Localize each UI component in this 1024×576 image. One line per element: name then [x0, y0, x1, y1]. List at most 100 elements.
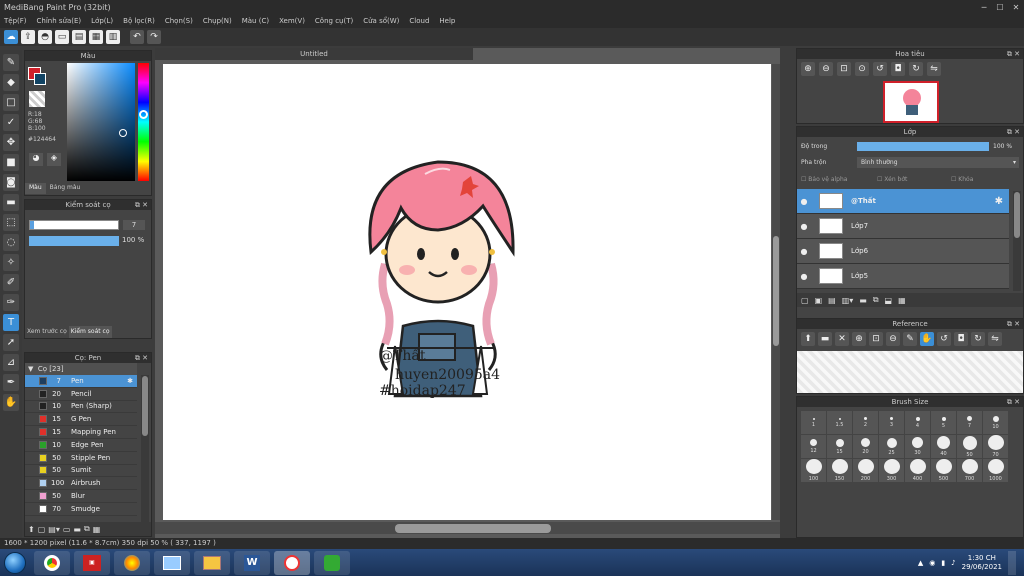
eyedropper-icon[interactable]: ✒: [3, 374, 19, 391]
hue-handle[interactable]: [139, 110, 148, 119]
zoom-icon[interactable]: ⊙: [855, 62, 869, 76]
layer-visibility-icon[interactable]: ●: [797, 222, 811, 231]
rotate-left-icon[interactable]: ↺: [873, 62, 887, 76]
new-layer-icon[interactable]: ▢: [801, 296, 809, 305]
brush-size-option[interactable]: 150: [827, 459, 852, 482]
new-8bit-layer-icon[interactable]: ▤: [828, 296, 836, 305]
gradient-tool-icon[interactable]: ▬: [3, 194, 19, 211]
bucket-tool-icon[interactable]: ◙: [3, 174, 19, 191]
brush-size-option[interactable]: 1000: [983, 459, 1008, 482]
magic-wand-icon[interactable]: ✧: [3, 254, 19, 271]
brush-size-option[interactable]: 70: [983, 435, 1008, 458]
ref-pen-icon[interactable]: ✎: [903, 332, 917, 346]
select-pen-icon[interactable]: ✐: [3, 274, 19, 291]
canvas-paper[interactable]: @Thất huyen20095a4 #hoidap247: [163, 64, 771, 520]
brush-opacity-slider[interactable]: [29, 236, 119, 246]
dropper-tool-icon[interactable]: ⊿: [3, 354, 19, 371]
navigator-thumbnail[interactable]: [883, 81, 939, 123]
brush-copy-icon[interactable]: ▭: [63, 525, 71, 534]
ref-hand-icon[interactable]: ✋: [920, 332, 934, 346]
app-green-icon[interactable]: [314, 550, 350, 575]
menu-color[interactable]: Màu (C): [238, 17, 275, 25]
upload-icon[interactable]: ⇪: [21, 30, 35, 44]
hand-tool-icon[interactable]: ✋: [3, 394, 19, 411]
zoom-in-icon[interactable]: ⊕: [801, 62, 815, 76]
undo-icon[interactable]: ↶: [130, 30, 144, 44]
protect-alpha-checkbox[interactable]: ☐ Bảo vệ alpha: [801, 176, 877, 183]
ref-close-icon[interactable]: ✕: [835, 332, 849, 346]
layer-visibility-icon[interactable]: ●: [797, 247, 811, 256]
layer-settings-icon[interactable]: ✱: [995, 196, 1009, 207]
cloud-icon[interactable]: ☁: [4, 30, 18, 44]
clipping-checkbox[interactable]: ☐ Xén bớt: [877, 176, 951, 183]
layer-opacity-slider[interactable]: [857, 142, 989, 151]
ref-zoom-in-icon[interactable]: ⊕: [852, 332, 866, 346]
brush-item[interactable]: 50 Sumit: [25, 465, 137, 478]
lasso-tool-icon[interactable]: ◌: [3, 234, 19, 251]
brush-size-option[interactable]: 1.5: [827, 411, 852, 434]
paint-icon[interactable]: [114, 550, 150, 575]
brush-item[interactable]: 15 G Pen: [25, 413, 137, 427]
menu-filter[interactable]: Bộ lọc(R): [119, 17, 161, 25]
layer-row[interactable]: ● Lớp7: [797, 214, 1009, 239]
ref-reset-icon[interactable]: ◘: [954, 332, 968, 346]
brush-size-option[interactable]: 2: [853, 411, 878, 434]
show-desktop-button[interactable]: [1008, 550, 1016, 575]
brush-size-option[interactable]: 50: [957, 435, 982, 458]
start-button[interactable]: [0, 550, 30, 576]
rect-tool-icon[interactable]: □: [3, 94, 19, 111]
rotate-right-icon[interactable]: ↻: [909, 62, 923, 76]
document-tab[interactable]: Untitled: [155, 48, 473, 60]
canvas-vscroll[interactable]: [772, 64, 780, 520]
layer-row[interactable]: ● Lớp6: [797, 239, 1009, 264]
canvas-hscroll[interactable]: [155, 522, 780, 534]
brush-item[interactable]: 100 Airbrush: [25, 477, 137, 491]
ref-rotate-right-icon[interactable]: ↻: [971, 332, 985, 346]
brush-menu-icon[interactable]: ▤▾: [48, 525, 60, 534]
palette-add-icon[interactable]: ◕: [29, 153, 43, 166]
tab-palette[interactable]: Bảng màu: [46, 183, 85, 194]
tab-brush-control[interactable]: Kiểm soát cọ: [68, 326, 112, 338]
brush-size-option[interactable]: 10: [983, 411, 1008, 434]
chat-icon[interactable]: ▭: [55, 30, 69, 44]
word-icon[interactable]: W: [234, 550, 270, 575]
text-tool-icon[interactable]: T: [3, 314, 19, 331]
brush-folder-icon[interactable]: ▬: [73, 525, 81, 534]
brush-new-icon[interactable]: ▢: [38, 525, 46, 534]
brush-size-option[interactable]: 15: [827, 435, 852, 458]
chrome-icon[interactable]: [34, 550, 70, 575]
select-eraser-icon[interactable]: ✑: [3, 294, 19, 311]
brush-size-option[interactable]: 200: [853, 459, 878, 482]
transparent-swatch[interactable]: [29, 91, 45, 107]
tab-color[interactable]: Màu: [25, 183, 46, 194]
brush-item[interactable]: 70 Smudge: [25, 503, 137, 516]
layer-merge-icon[interactable]: ⬓: [885, 296, 893, 305]
layer-menu-icon[interactable]: ▥▾: [842, 296, 854, 305]
brush-item[interactable]: 10 Edge Pen: [25, 439, 137, 452]
new-halftone-layer-icon[interactable]: ▣: [815, 296, 823, 305]
brush-item[interactable]: 15 Mapping Pen: [25, 426, 137, 439]
brush-delete-icon[interactable]: ▦: [93, 525, 101, 534]
ref-rotate-left-icon[interactable]: ↺: [937, 332, 951, 346]
brush-size-value[interactable]: 7: [123, 220, 145, 230]
brush-item[interactable]: 10 Pen (Sharp): [25, 401, 137, 414]
fit-icon[interactable]: ⊡: [837, 62, 851, 76]
app-blue-icon[interactable]: [154, 550, 190, 575]
layer-visibility-icon[interactable]: ●: [797, 197, 811, 206]
brush-item[interactable]: 50 Stipple Pen: [25, 452, 137, 465]
brush-size-option[interactable]: 3: [879, 411, 904, 434]
brush-size-slider[interactable]: [29, 220, 119, 230]
brush-size-option[interactable]: 20: [853, 435, 878, 458]
saturation-value-picker[interactable]: [67, 63, 135, 181]
explorer-icon[interactable]: [194, 550, 230, 575]
lock-checkbox[interactable]: ☐ Khóa: [951, 176, 973, 183]
tray-network-icon[interactable]: ▮: [941, 559, 945, 567]
select-tool-icon[interactable]: ⬚: [3, 214, 19, 231]
brush-dup-icon[interactable]: ⧉: [84, 524, 90, 534]
blend-mode-select[interactable]: Bình thường ▾: [857, 157, 1019, 168]
ref-open-icon[interactable]: ▬: [818, 332, 832, 346]
clock[interactable]: 1:30 CH 29/06/2021: [962, 554, 1002, 572]
operation-tool-icon[interactable]: ➚: [3, 334, 19, 351]
shape-tool-icon[interactable]: ■: [3, 154, 19, 171]
layer-copy-icon[interactable]: ⧉: [873, 295, 879, 305]
